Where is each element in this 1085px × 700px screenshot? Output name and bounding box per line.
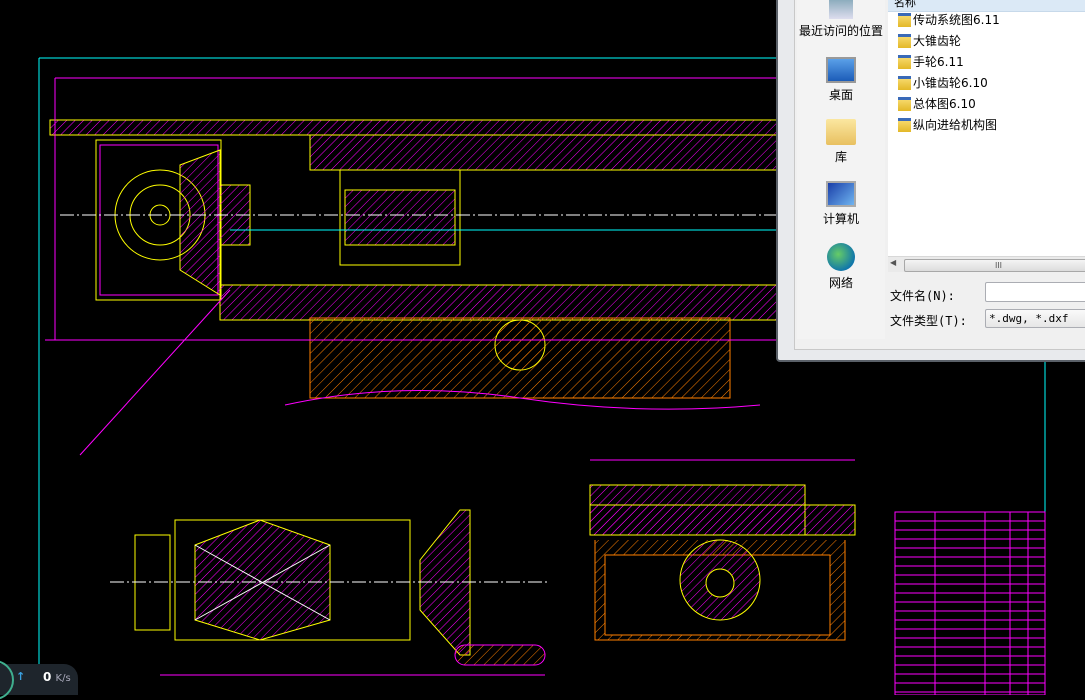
dwg-file-icon [898, 34, 911, 48]
open-file-dialog: 最近访问的位置 桌面 库 计算机 网络 名称 传动系统图6.11 大锥齿轮 手轮… [776, 0, 1085, 362]
filetype-select[interactable]: *.dwg, *.dxf [985, 309, 1085, 328]
place-network[interactable]: 网络 [797, 243, 885, 291]
file-item[interactable]: 传动系统图6.11 [898, 11, 1000, 29]
horizontal-scrollbar[interactable]: ◀ III [888, 256, 1085, 272]
dwg-file-icon [898, 76, 911, 90]
filetype-label: 文件类型(T): [890, 314, 967, 328]
file-item[interactable]: 纵向进给机构图 [898, 116, 997, 134]
place-libraries[interactable]: 库 [797, 119, 885, 165]
main-section-view [45, 77, 781, 456]
computer-icon [826, 181, 856, 207]
network-icon [827, 243, 855, 271]
place-recent[interactable]: 最近访问的位置 [797, 0, 885, 39]
cross-section-view [589, 459, 856, 641]
places-bar: 最近访问的位置 桌面 库 计算机 网络 [797, 0, 885, 339]
dwg-file-icon [898, 118, 911, 132]
network-speed-widget[interactable]: ↑ 0 K/s [0, 660, 78, 700]
dwg-file-icon [898, 55, 911, 69]
upload-arrow-icon: ↑ [16, 670, 26, 683]
parts-list-table [894, 511, 1046, 695]
speed-ring-icon [0, 660, 14, 700]
place-desktop[interactable]: 桌面 [797, 57, 885, 103]
filename-input[interactable] [985, 282, 1085, 302]
place-computer[interactable]: 计算机 [797, 181, 885, 227]
dwg-file-icon [898, 13, 911, 27]
scroll-left-icon[interactable]: ◀ [890, 258, 896, 267]
bevel-gear-section-view [110, 509, 550, 676]
recent-places-icon [829, 0, 853, 19]
scrollbar-thumb[interactable]: III [904, 259, 1085, 272]
dialog-body: 最近访问的位置 桌面 库 计算机 网络 名称 传动系统图6.11 大锥齿轮 手轮… [794, 0, 1085, 350]
filename-label: 文件名(N): [890, 289, 955, 303]
libraries-icon [826, 119, 856, 145]
file-list: 名称 传动系统图6.11 大锥齿轮 手轮6.11 小锥齿轮6.10 总体图6.1… [888, 0, 1085, 257]
file-item[interactable]: 手轮6.11 [898, 53, 964, 71]
file-item[interactable]: 总体图6.10 [898, 95, 976, 113]
speed-readout: 0 K/s [43, 670, 71, 684]
desktop-icon [826, 57, 856, 83]
dwg-file-icon [898, 97, 911, 111]
file-item[interactable]: 小锥齿轮6.10 [898, 74, 988, 92]
file-item[interactable]: 大锥齿轮 [898, 32, 961, 50]
